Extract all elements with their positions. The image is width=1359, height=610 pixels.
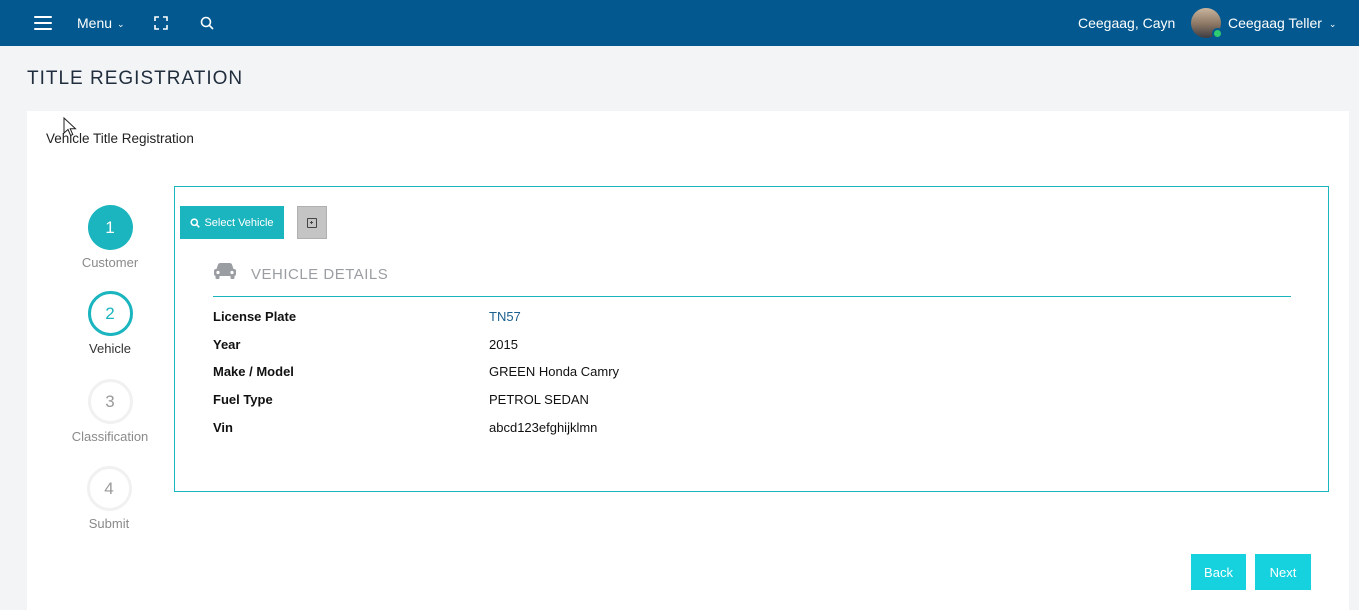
detail-value: abcd123efghijklmn <box>489 420 598 435</box>
vehicle-details-header: VEHICLE DETAILS <box>213 261 1291 297</box>
detail-value: PETROL SEDAN <box>489 392 589 407</box>
step-classification[interactable]: 3 Classification <box>60 379 160 444</box>
select-vehicle-label: Select Vehicle <box>204 216 274 229</box>
menu-label: Menu <box>77 15 113 31</box>
select-vehicle-button[interactable]: Select Vehicle <box>180 206 284 239</box>
step-number: 1 <box>87 205 133 250</box>
detail-key: License Plate <box>213 309 297 324</box>
step-label: Vehicle <box>89 341 131 356</box>
detail-value: 2015 <box>489 337 518 352</box>
role-label: Ceegaag Teller <box>1228 15 1322 31</box>
vehicle-details-title: VEHICLE DETAILS <box>251 266 389 283</box>
top-navbar: Menu ⌄ Ceegaag, Cayn Ceegaag Teller ⌄ <box>0 0 1359 46</box>
registration-card: Vehicle Title Registration 1 Customer 2 … <box>27 111 1349 610</box>
next-button[interactable]: Next <box>1255 554 1311 590</box>
step-submit[interactable]: 4 Submit <box>59 466 159 531</box>
car-icon <box>214 263 236 279</box>
detail-row-vin: Vin abcd123efghijklmn <box>213 420 1013 440</box>
add-vehicle-button[interactable] <box>297 206 327 239</box>
menu-dropdown[interactable]: Menu ⌄ <box>77 0 125 46</box>
step-label: Submit <box>88 516 130 531</box>
detail-key: Vin <box>213 420 233 435</box>
detail-key: Fuel Type <box>213 392 273 407</box>
step-number: 2 <box>87 291 133 336</box>
license-plate-link[interactable]: TN57 <box>489 309 521 324</box>
step-label: Customer <box>81 255 139 270</box>
back-button[interactable]: Back <box>1191 554 1246 590</box>
chevron-down-icon: ⌄ <box>1328 18 1337 29</box>
detail-key: Make / Model <box>213 364 294 379</box>
detail-row-fuel-type: Fuel Type PETROL SEDAN <box>213 392 1013 412</box>
fullscreen-icon[interactable] <box>154 0 170 46</box>
step-vehicle[interactable]: 2 Vehicle <box>60 291 160 356</box>
avatar[interactable] <box>1191 8 1223 39</box>
detail-value: GREEN Honda Camry <box>489 364 620 379</box>
online-status-icon <box>1212 28 1223 39</box>
hamburger-menu-icon[interactable] <box>33 0 53 46</box>
search-icon <box>190 217 201 228</box>
vehicle-panel: Select Vehicle VEHICLE DETAILS License P… <box>174 186 1329 492</box>
step-number: 4 <box>86 466 132 511</box>
step-customer[interactable]: 1 Customer <box>60 205 160 270</box>
detail-key: Year <box>213 337 241 352</box>
user-name: Ceegaag, Cayn <box>1078 15 1176 31</box>
detail-row-make-model: Make / Model GREEN Honda Camry <box>213 364 1013 384</box>
chevron-down-icon: ⌄ <box>117 18 125 29</box>
detail-row-license-plate: License Plate TN57 <box>213 309 1013 329</box>
mouse-cursor-icon <box>63 117 77 137</box>
step-number: 3 <box>87 379 133 424</box>
page-title: TITLE REGISTRATION <box>27 68 244 89</box>
plus-square-icon <box>307 217 317 228</box>
search-icon[interactable] <box>200 0 216 46</box>
step-label: Classification <box>71 429 149 444</box>
role-dropdown[interactable]: Ceegaag Teller ⌄ <box>1228 0 1336 46</box>
detail-row-year: Year 2015 <box>213 337 1013 357</box>
